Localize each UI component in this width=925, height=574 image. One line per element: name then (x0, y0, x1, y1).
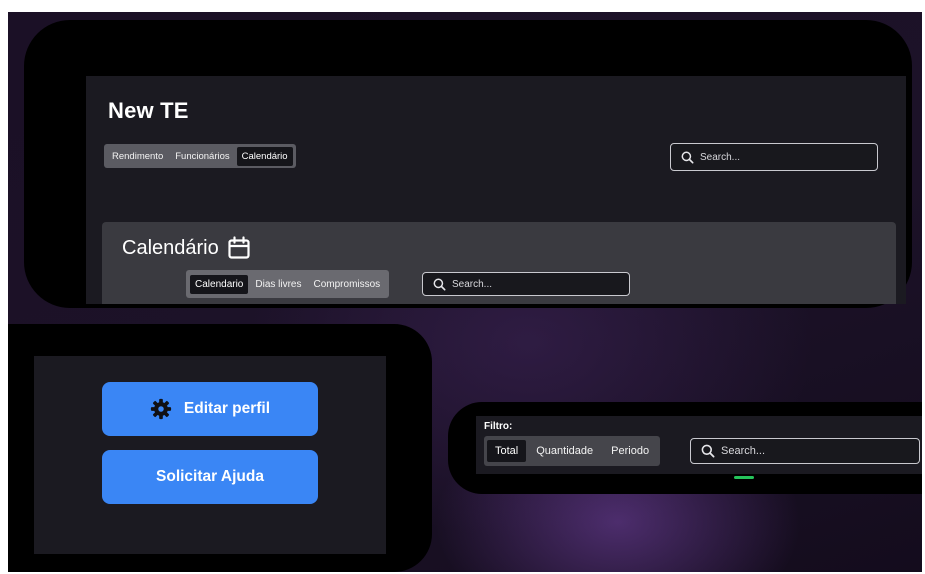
search-placeholder: Search... (700, 151, 741, 163)
filter-label: Filtro: (484, 421, 513, 432)
search-icon (701, 444, 715, 458)
app-background: New TE Rendimento Funcionários Calendári… (8, 12, 922, 572)
request-help-button[interactable]: Solicitar Ajuda (102, 450, 318, 504)
tab-total[interactable]: Total (487, 440, 527, 462)
search-icon (681, 151, 694, 164)
calendar-title: Calendário (122, 236, 219, 259)
tab-rendimento[interactable]: Rendimento (107, 147, 168, 166)
calendar-heading: Calendário (122, 236, 251, 260)
tab-compromissos[interactable]: Compromissos (309, 275, 386, 294)
request-help-label: Solicitar Ajuda (156, 468, 264, 485)
profile-card: Editar perfil Solicitar Ajuda (8, 324, 432, 572)
search-icon (433, 278, 446, 291)
search-placeholder: Search... (452, 278, 493, 290)
tab-funcionarios[interactable]: Funcionários (170, 147, 234, 166)
edit-profile-label: Editar perfil (183, 400, 271, 417)
page-title: New TE (108, 98, 189, 123)
tab-calendario-view[interactable]: Calendario (190, 274, 249, 294)
tab-calendario[interactable]: Calendário (236, 146, 293, 166)
tab-quantidade[interactable]: Quantidade (528, 440, 601, 462)
dashboard-card: New TE Rendimento Funcionários Calendári… (24, 20, 912, 308)
tab-periodo[interactable]: Periodo (603, 440, 657, 462)
filter-panel: Filtro: Total Quantidade Periodo Search.… (476, 416, 922, 479)
tab-dias-livres[interactable]: Dias livres (250, 275, 306, 294)
filter-card: Filtro: Total Quantidade Periodo Search.… (448, 402, 922, 494)
gear-icon (150, 398, 172, 420)
dashboard-panel: New TE Rendimento Funcionários Calendári… (86, 76, 906, 304)
calendar-panel: Calendário Calendario Dias livres Compro… (102, 222, 896, 304)
filter-search-input[interactable]: Search... (690, 438, 920, 464)
profile-panel: Editar perfil Solicitar Ajuda (34, 356, 386, 554)
calendar-tabs: Calendario Dias livres Compromissos (186, 270, 390, 298)
main-tabs: Rendimento Funcionários Calendário (104, 144, 296, 168)
calendar-search-input[interactable]: Search... (422, 272, 630, 296)
status-indicator (734, 476, 754, 479)
calendar-icon (228, 236, 250, 259)
search-placeholder: Search... (721, 445, 766, 457)
filter-tabs: Total Quantidade Periodo (484, 436, 661, 466)
main-search-input[interactable]: Search... (670, 143, 878, 171)
edit-profile-button[interactable]: Editar perfil (102, 382, 318, 436)
